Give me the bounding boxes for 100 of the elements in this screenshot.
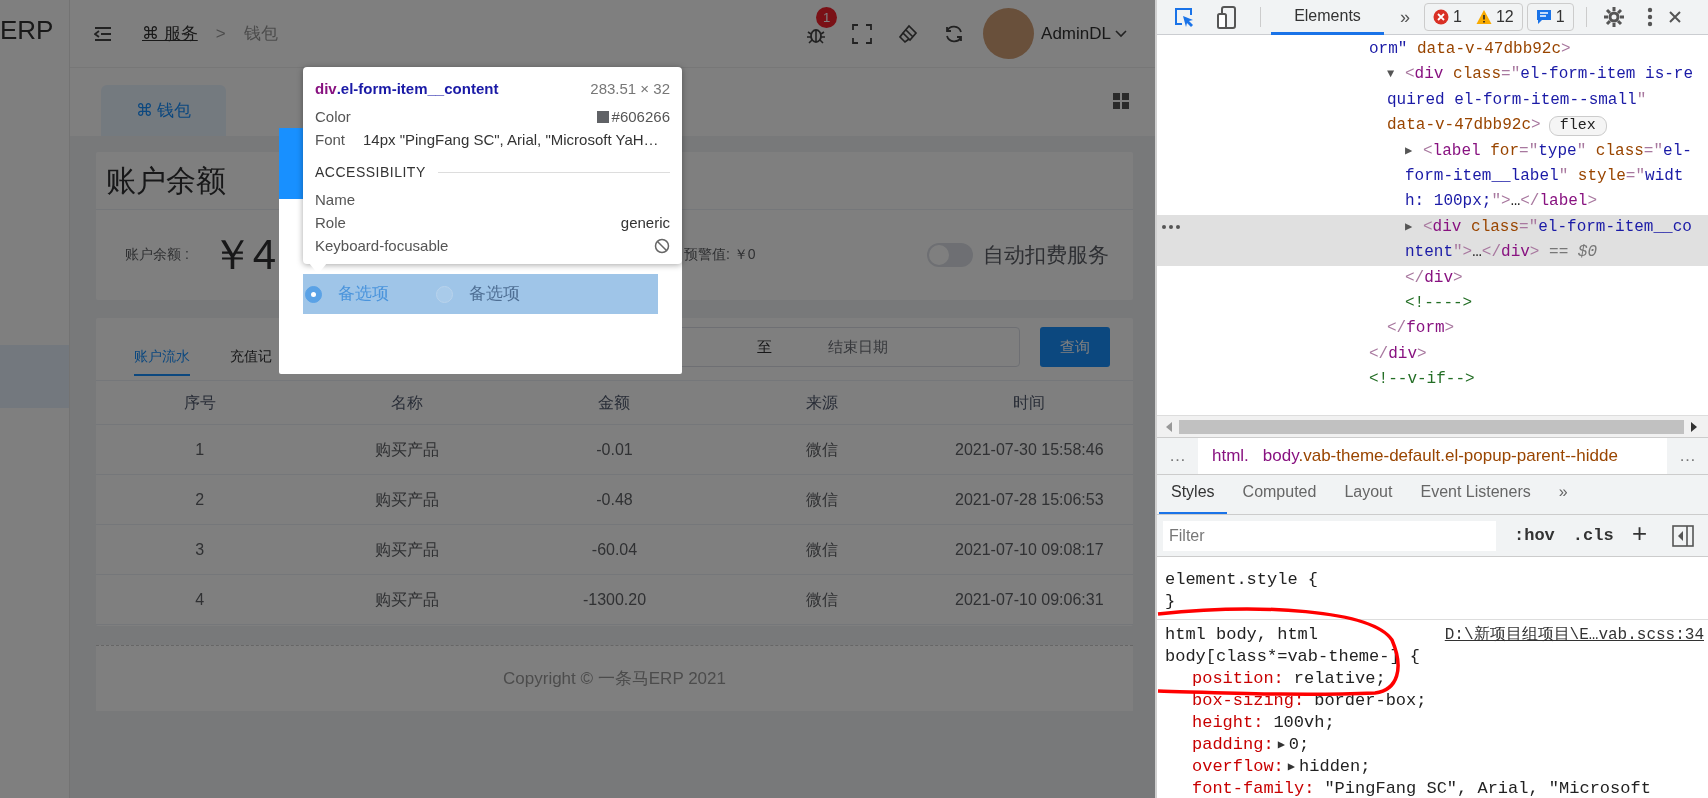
column-header: 金额 (510, 381, 719, 425)
end-date-field[interactable]: 结束日期 (828, 335, 948, 359)
table-cell: 4 (96, 575, 304, 625)
property-label: Keyboard-focusable (315, 236, 449, 256)
expand-triangle[interactable]: ▶ (1277, 734, 1285, 756)
blocked-icon (654, 237, 670, 254)
collapse-icon[interactable] (94, 25, 112, 42)
disclosure-triangle[interactable]: ▶ (1405, 214, 1423, 241)
property-value: #606266 (611, 107, 670, 127)
close-icon[interactable] (1668, 11, 1681, 23)
element-size: 283.51 × 32 (590, 79, 670, 99)
more-icon[interactable] (1646, 7, 1653, 27)
refresh-icon[interactable] (944, 23, 965, 44)
more-tabs-button[interactable]: » (1394, 2, 1416, 32)
disclosure-triangle[interactable]: ▶ (1405, 138, 1423, 164)
tree-row[interactable]: h: 100px;">…</label> (1157, 189, 1708, 215)
table-cell: -0.01 (510, 425, 719, 475)
breadcrumb-link[interactable]: ⌘ 服务 (142, 20, 198, 47)
tree-row[interactable]: </div> (1157, 265, 1708, 291)
css-selector: html body, html (1165, 624, 1319, 646)
device-toggle-icon[interactable] (1217, 5, 1236, 29)
code-line: </form> (1387, 318, 1455, 340)
tree-row[interactable]: data-v-47dbb92c> flex (1157, 113, 1708, 139)
css-property: overflow: (1192, 756, 1284, 778)
sidebar-toggle-icon[interactable] (1672, 524, 1694, 547)
styles-tab[interactable]: Computed (1230, 480, 1329, 514)
code-line: <div class="el-form-item is-re (1405, 64, 1694, 86)
expand-triangle[interactable]: ▶ (1287, 756, 1296, 778)
breadcrumb-more[interactable]: … (1667, 438, 1708, 474)
user-name[interactable]: AdminDL (1041, 20, 1111, 47)
breadcrumb-more[interactable]: … (1157, 438, 1198, 474)
table-cell: 3 (96, 525, 304, 575)
breadcrumb-separator: > (215, 22, 226, 45)
tree-row[interactable]: <!--v-if--> (1157, 367, 1708, 393)
issues-counter[interactable]: 1 12 (1424, 3, 1523, 31)
table-cell: 购买产品 (303, 525, 511, 575)
property-value: 14px "PingFang SC", Arial, "Microsoft YaH… (363, 130, 659, 150)
table-cell: 1 (96, 425, 304, 475)
code-line: <!----> (1405, 292, 1473, 314)
tree-row[interactable]: </div> (1157, 341, 1708, 368)
styles-tab[interactable]: » (1546, 480, 1580, 514)
brush-icon[interactable] (898, 23, 919, 44)
inspect-icon[interactable] (1174, 6, 1195, 28)
css-property: position: (1192, 668, 1284, 690)
css-brace: } (1165, 591, 1176, 613)
horizontal-scrollbar[interactable] (1157, 415, 1708, 437)
filter-button[interactable]: + (1631, 516, 1648, 555)
filter-button[interactable]: :hov (1514, 522, 1555, 549)
message-icon (1535, 9, 1552, 25)
settings-icon[interactable] (1602, 6, 1625, 28)
tree-row[interactable]: <!----> (1157, 290, 1708, 317)
table-cell: 2021-07-10 09:06:31 (925, 575, 1133, 625)
code-line: orm" data-v-47dbb92c> (1369, 39, 1571, 60)
balance-label: 账户余额 : (125, 245, 189, 264)
fullscreen-icon[interactable] (852, 23, 873, 44)
ellipsis-icon[interactable] (1161, 223, 1181, 230)
tree-row[interactable]: quired el-form-item--small" (1157, 87, 1708, 114)
filter-button[interactable]: .cls (1572, 522, 1614, 549)
column-header: 来源 (718, 381, 926, 425)
tree-row[interactable]: ▶ <label for="type" class="el- (1157, 138, 1708, 164)
section-heading: ACCESSIBILITY (315, 162, 426, 182)
panel-tab[interactable]: Elements (1271, 0, 1384, 35)
tree-row[interactable]: ntent">…</div> == $0 (1157, 240, 1708, 266)
tree-row[interactable]: ▼ <div class="el-form-item is-re (1157, 62, 1708, 88)
css-value: border-box; (1314, 690, 1427, 712)
property-label: Color (315, 107, 351, 127)
caret-icon[interactable] (1115, 29, 1127, 38)
css-selector: element.style { (1165, 569, 1319, 591)
tree-row[interactable]: form-item__label" style="widt (1157, 163, 1708, 190)
scroll-left-icon[interactable] (1165, 420, 1173, 433)
code-line: <!--v-if--> (1369, 369, 1475, 391)
styles-tab[interactable]: Layout (1332, 480, 1405, 514)
messages-counter[interactable]: 1 (1526, 3, 1574, 31)
element-class: .el-form-item__content (336, 79, 499, 99)
error-icon (1433, 9, 1449, 25)
code-line: data-v-47dbb92c> (1387, 115, 1541, 137)
notification-badge: 1 (816, 6, 838, 28)
warning-threshold: 预警值: ￥0 (684, 245, 756, 264)
table-cell: 购买产品 (303, 425, 511, 475)
code-line: </div> (1369, 343, 1427, 365)
layout-badge[interactable]: flex (1548, 115, 1607, 136)
css-value: 100vh; (1273, 712, 1335, 734)
source-link[interactable]: D:\新项目组项目\E…vab.scss:34 (1444, 624, 1704, 646)
logo-text: ERP (0, 14, 55, 47)
disclosure-triangle[interactable]: ▼ (1387, 62, 1405, 88)
records-tab[interactable]: 充值记 (230, 318, 272, 376)
styles-tab[interactable]: Event Listeners (1408, 480, 1543, 514)
tree-row[interactable]: ▶ <div class="el-form-item__co (1157, 214, 1708, 241)
code-line: <label for="type" class="el- (1423, 140, 1692, 162)
filter-field[interactable]: Filter (1163, 520, 1496, 551)
card-title: 账户余额 (106, 163, 226, 199)
code-line: h: 100px;">…</label> (1405, 191, 1598, 213)
tree-row[interactable]: orm" data-v-47dbb92c> (1157, 37, 1708, 63)
css-property: box-sizing: (1192, 690, 1305, 712)
scroll-right-icon[interactable] (1690, 420, 1698, 433)
color-swatch (596, 110, 609, 123)
breadcrumb-node[interactable]: body.vab-theme-default.el-popup-parent--hidde (1262, 443, 1618, 469)
grid-icon[interactable] (1113, 93, 1129, 109)
tree-row[interactable]: </form> (1157, 316, 1708, 342)
breadcrumb-node[interactable]: html. (1212, 443, 1249, 469)
